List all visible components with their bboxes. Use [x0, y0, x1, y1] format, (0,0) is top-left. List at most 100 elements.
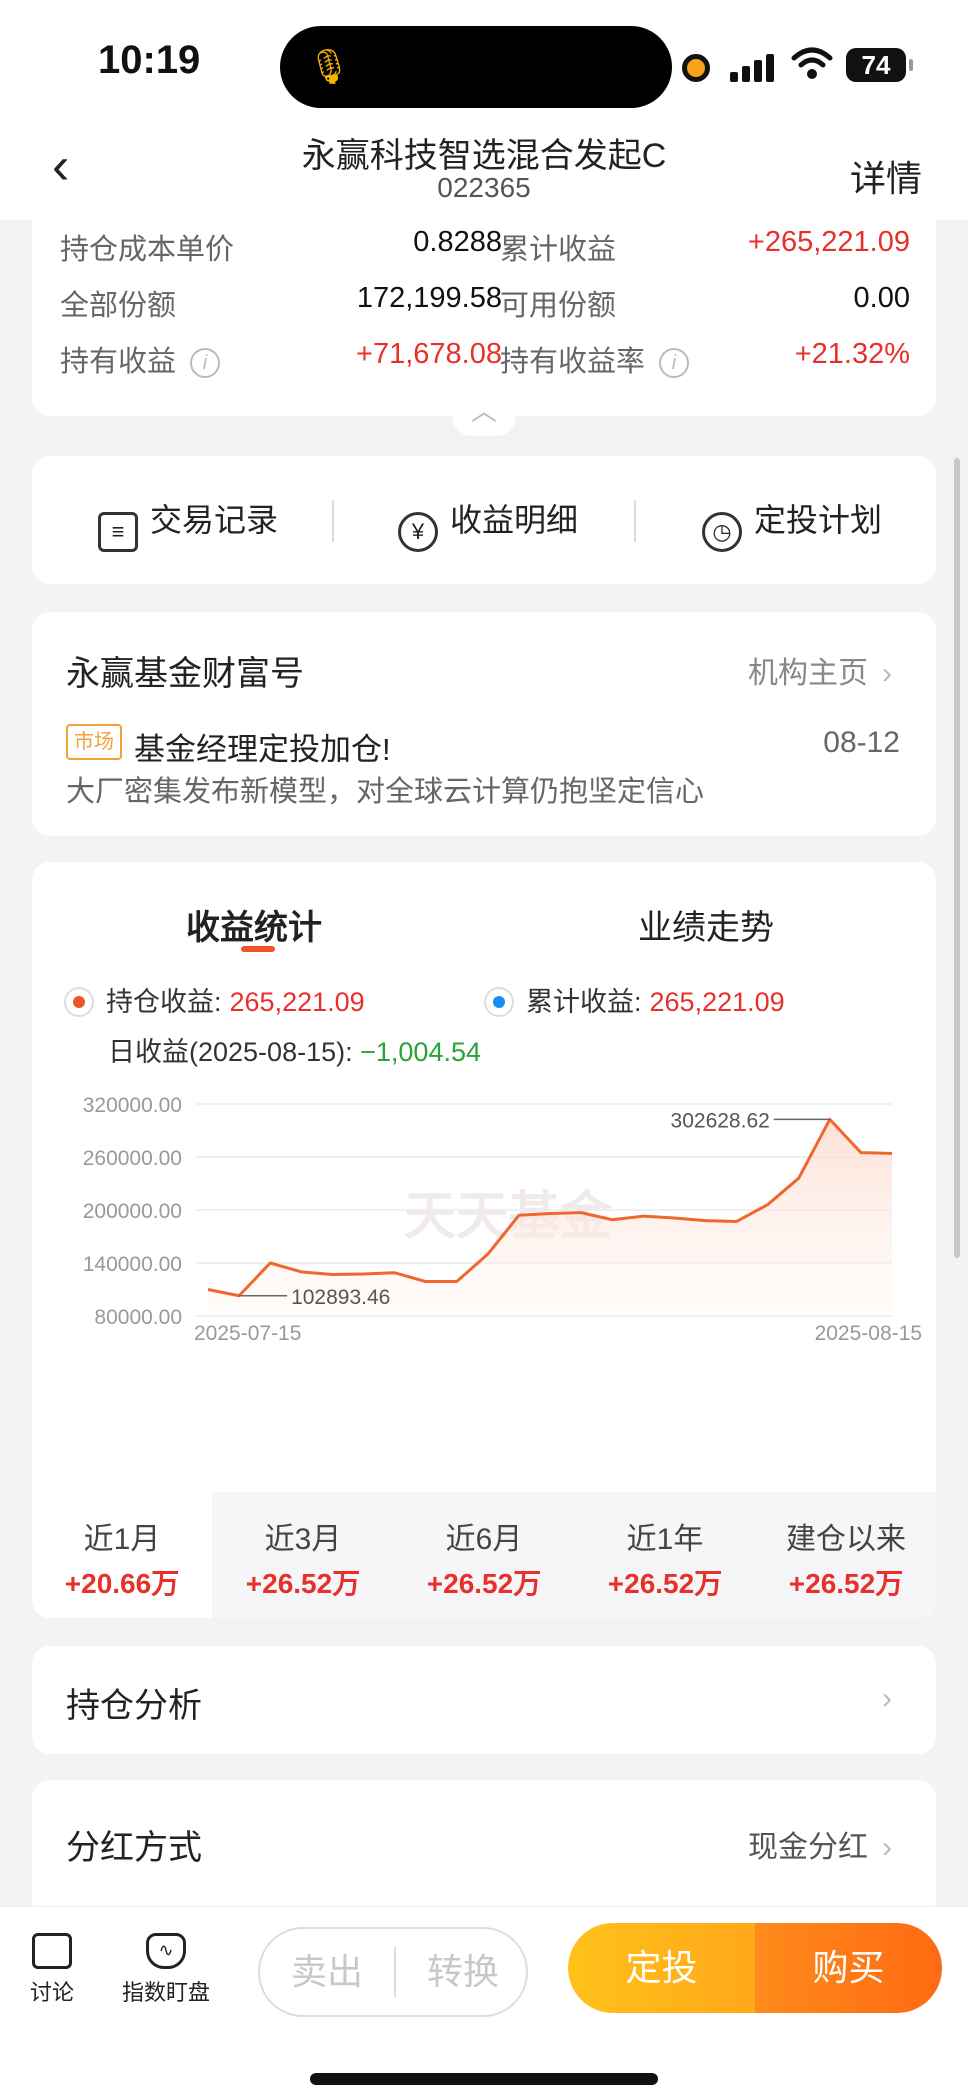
wealth-title: 永赢基金财富号: [66, 655, 304, 693]
cost-price-value: 0.8288: [413, 226, 502, 258]
income-detail-label: 收益明细: [450, 502, 579, 538]
sell-convert-group: 卖出 转换: [258, 1927, 528, 2017]
chevron-right-icon: ›: [882, 657, 892, 690]
hold-rate-value: +21.32%: [794, 338, 910, 370]
period-6m[interactable]: 近6月 +26.52万: [394, 1492, 574, 1618]
holding-analysis-title: 持仓分析: [66, 1687, 202, 1725]
income-detail-button[interactable]: ¥ 收益明细: [398, 496, 579, 552]
legend-dot-icon: [64, 987, 94, 1017]
status-bar: 10:19 🎙 74: [0, 0, 968, 120]
quick-actions: ≡ 交易记录 ¥ 收益明细 ◷ 定投计划: [32, 456, 936, 584]
total-shares-label: 全部份额: [60, 290, 177, 322]
shield-pulse-icon: ∿: [146, 1933, 186, 1969]
buy-group: 定投 购买: [568, 1923, 942, 2013]
status-time: 10:19: [98, 38, 201, 82]
auto-invest-plan-label: 定投计划: [754, 502, 883, 538]
holding-summary: 持仓成本单价 0.8288 累计收益 +265,221.09 全部份额 172,…: [32, 220, 936, 416]
cum-income-value: +265,221.09: [747, 226, 910, 258]
buy-button[interactable]: 购买: [755, 1923, 942, 2013]
period-1m[interactable]: 近1月 +20.66万: [32, 1492, 212, 1618]
hold-income-label: 持有收益 i: [60, 338, 221, 380]
dividend-title: 分红方式: [66, 1829, 202, 1867]
period-1y[interactable]: 近1年 +26.52万: [575, 1492, 755, 1618]
index-watch-label: 指数盯盘: [121, 1980, 210, 2005]
news-headline[interactable]: 基金经理定投加仓!: [134, 724, 391, 769]
auto-invest-button[interactable]: 定投: [568, 1923, 755, 2013]
period-value: +26.52万: [245, 1568, 361, 1599]
institution-home-link[interactable]: 机构主页 ›: [748, 648, 892, 692]
yen-circle-icon: ¥: [398, 512, 438, 552]
y-tick-label: 140000.00: [83, 1253, 182, 1276]
period-label: 建仓以来: [786, 1523, 906, 1556]
x-tick-label: 2025-08-15: [815, 1322, 922, 1342]
hold-rate-text: 持有收益率: [500, 346, 646, 378]
holding-row: 持有收益 i +71,678.08 持有收益率 i +21.32%: [32, 338, 936, 388]
news-date: 08-12: [823, 726, 900, 759]
dividend-method-row[interactable]: 分红方式 现金分红 ›: [32, 1780, 936, 1920]
avail-shares-value: 0.00: [853, 282, 910, 314]
info-icon[interactable]: i: [190, 348, 221, 378]
tab-performance-trend[interactable]: 业绩走势: [638, 900, 774, 949]
nav-bar: ‹ 永赢科技智选混合发起C 022365 详情: [0, 120, 968, 220]
battery-icon: 74: [846, 48, 913, 82]
cost-price-label: 持仓成本单价: [60, 234, 235, 266]
sell-button[interactable]: 卖出: [260, 1929, 394, 2015]
chevron-right-icon: ›: [882, 1682, 892, 1715]
hold-rate-label: 持有收益率 i: [500, 338, 690, 380]
discuss-label: 讨论: [29, 1980, 74, 2005]
detail-link[interactable]: 详情: [850, 150, 922, 202]
auto-invest-plan-button[interactable]: ◷ 定投计划: [702, 496, 883, 552]
tab-indicator: [241, 946, 275, 952]
y-tick-label: 200000.00: [83, 1200, 182, 1223]
collapse-chevron-up-icon[interactable]: ︿: [452, 396, 516, 436]
discuss-button[interactable]: 讨论: [22, 1933, 82, 2007]
microphone-icon: 🎙: [307, 48, 351, 86]
holding-analysis-row[interactable]: 持仓分析 ›: [32, 1646, 936, 1754]
info-icon[interactable]: i: [659, 348, 690, 378]
scrollbar[interactable]: [954, 458, 960, 1258]
institution-home-label: 机构主页: [748, 657, 868, 690]
divider: [332, 500, 334, 542]
legend-cum-label: 累计收益:: [526, 987, 642, 1017]
legend-cum-income: 累计收益: 265,221.09: [484, 980, 785, 1019]
legend-hold-income: 持仓收益: 265,221.09: [64, 980, 365, 1019]
tab-income-stats[interactable]: 收益统计: [186, 900, 322, 949]
holding-row: 全部份额 172,199.58 可用份额 0.00: [32, 282, 936, 332]
avail-shares-label: 可用份额: [500, 290, 617, 322]
fund-title: 永赢科技智选混合发起C: [301, 137, 667, 175]
hold-income-text: 持有收益: [60, 346, 177, 378]
wealth-account-card[interactable]: 永赢基金财富号 机构主页 › 市场 基金经理定投加仓! 08-12 大厂密集发布新…: [32, 612, 936, 836]
period-label: 近6月: [445, 1523, 523, 1556]
income-line-chart[interactable]: 320000.00 260000.00 200000.00 140000.00 8000…: [32, 1082, 936, 1342]
legend-hold-label: 持仓收益:: [106, 987, 222, 1017]
receipt-icon: ≡: [98, 512, 138, 552]
index-watch-button[interactable]: ∿ 指数盯盘: [118, 1933, 214, 2007]
period-label: 近3月: [264, 1523, 342, 1556]
legend-dot-icon: [484, 987, 514, 1017]
daily-income-label: 日收益(2025-08-15):: [108, 1037, 353, 1067]
period-3m[interactable]: 近3月 +26.52万: [213, 1492, 393, 1618]
holding-row: 持仓成本单价 0.8288 累计收益 +265,221.09: [32, 226, 936, 276]
legend-hold-value: 265,221.09: [229, 987, 365, 1017]
period-label: 近1年: [626, 1523, 704, 1556]
signal-icon: [730, 52, 774, 82]
annotation-label: 102893.46: [291, 1286, 390, 1309]
y-tick-label: 80000.00: [94, 1306, 182, 1329]
period-value: +26.52万: [607, 1568, 723, 1599]
fund-code: 022365: [437, 172, 531, 203]
dynamic-island: 🎙: [280, 26, 672, 108]
bottom-action-bar: 讨论 ∿ 指数盯盘 卖出 转换 定投 购买: [0, 1906, 968, 2098]
dividend-value: 现金分红 ›: [748, 1822, 892, 1866]
dividend-value-text: 现金分红: [748, 1831, 868, 1864]
trade-records-button[interactable]: ≡ 交易记录: [98, 496, 279, 552]
market-tag: 市场: [66, 724, 122, 760]
divider: [634, 500, 636, 542]
hold-income-value: +71,678.08: [356, 338, 502, 370]
period-since-open[interactable]: 建仓以来 +26.52万: [756, 1492, 936, 1618]
period-value: +20.66万: [64, 1568, 180, 1599]
convert-button[interactable]: 转换: [396, 1929, 530, 2015]
trade-records-label: 交易记录: [150, 502, 279, 538]
daily-income-value: −1,004.54: [360, 1037, 481, 1067]
chat-bubble-icon: [32, 1933, 72, 1969]
period-value: +26.52万: [788, 1568, 904, 1599]
